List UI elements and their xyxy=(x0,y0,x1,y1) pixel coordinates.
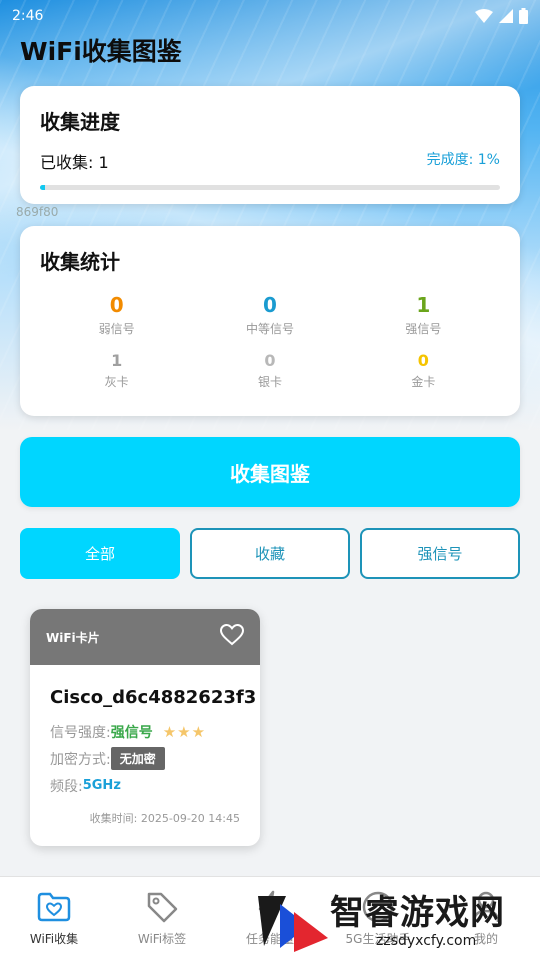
wifi-card[interactable]: WiFi卡片 Cisco_d6c4882623f3 信号强度: 强信号 ★★★ … xyxy=(30,609,260,846)
tag-icon xyxy=(145,890,179,924)
filter-favorites-button[interactable]: 收藏 xyxy=(190,528,350,579)
folder-heart-icon xyxy=(37,890,71,924)
stat-value: 0 xyxy=(417,351,429,370)
status-icons xyxy=(475,8,528,24)
stat-value: 0 xyxy=(264,351,276,370)
globe-icon xyxy=(361,890,395,924)
stat-label: 中等信号 xyxy=(245,322,294,336)
favorite-heart-icon[interactable] xyxy=(219,623,245,650)
stat-label: 强信号 xyxy=(405,322,442,336)
stat-weak-signal: 0 弱信号 xyxy=(40,292,193,337)
progress-card: 收集进度 已收集: 1 完成度: 1% xyxy=(20,86,520,204)
stat-gold-card: 0 金卡 xyxy=(347,351,500,390)
wifi-card-header-title: WiFi卡片 xyxy=(46,630,100,645)
stats-title: 收集统计 xyxy=(40,250,120,274)
wifi-band-row: 频段: 5GHz xyxy=(50,776,260,795)
nav-item-wifi-collect[interactable]: WiFi收集 xyxy=(0,877,108,960)
wifi-strength-row: 信号强度: 强信号 ★★★ xyxy=(50,722,260,741)
nav-label: 我的 xyxy=(473,932,498,946)
stat-label: 灰卡 xyxy=(104,375,129,389)
stat-medium-signal: 0 中等信号 xyxy=(193,292,346,337)
nav-item-5g-assistant[interactable]: 5G生活助手 xyxy=(324,877,432,960)
nav-label: 5G生活助手 xyxy=(345,932,411,946)
collected-count: 已收集: 1 xyxy=(40,153,109,172)
stat-label: 弱信号 xyxy=(98,322,135,336)
band-value: 5GHz xyxy=(82,778,121,793)
person-icon xyxy=(469,890,503,924)
star-rating-icon: ★★★ xyxy=(162,722,207,741)
watermark-code: 869f80 xyxy=(16,205,59,219)
cell-signal-icon xyxy=(499,9,513,23)
wifi-card-header: WiFi卡片 xyxy=(30,609,260,665)
nav-label: 任务能量 xyxy=(245,932,294,946)
nav-item-profile[interactable]: 我的 xyxy=(432,877,540,960)
bottom-nav: WiFi收集 WiFi标签 任务能量 5G生活助手 我的 xyxy=(0,876,540,960)
battery-icon xyxy=(519,8,528,24)
stat-value: 0 xyxy=(263,293,277,317)
stat-label: 金卡 xyxy=(411,375,436,389)
band-label: 频段: xyxy=(50,778,83,795)
stat-value: 0 xyxy=(109,293,124,317)
stat-label: 银卡 xyxy=(257,375,282,389)
lightning-icon xyxy=(253,890,287,924)
stat-value: 1 xyxy=(111,351,123,370)
status-time: 2:46 xyxy=(12,8,44,24)
progress-title: 收集进度 xyxy=(40,110,120,134)
stat-gray-card: 1 灰卡 xyxy=(40,351,193,390)
nav-item-task-energy[interactable]: 任务能量 xyxy=(216,877,324,960)
filter-strong-signal-button[interactable]: 强信号 xyxy=(360,528,520,579)
stat-silver-card: 0 银卡 xyxy=(193,351,346,390)
stats-grid: 0 弱信号 0 中等信号 1 强信号 1 灰卡 0 银卡 0 金卡 xyxy=(40,292,500,390)
stat-value: 1 xyxy=(416,293,431,317)
wifi-signal-icon xyxy=(475,9,493,23)
collect-button[interactable]: 收集图鉴 xyxy=(20,437,520,507)
encryption-badge: 无加密 xyxy=(110,747,165,770)
stat-strong-signal: 1 强信号 xyxy=(347,292,500,337)
progress-info: 已收集: 1 完成度: 1% xyxy=(40,149,500,173)
completion-rate: 完成度: 1% xyxy=(426,152,500,168)
progress-bar xyxy=(40,185,500,190)
collect-time: 收集时间: 2025-09-20 14:45 xyxy=(89,812,240,825)
stats-card: 收集统计 0 弱信号 0 中等信号 1 强信号 1 灰卡 0 银卡 0 金卡 xyxy=(20,226,520,416)
nav-item-wifi-tags[interactable]: WiFi标签 xyxy=(108,877,216,960)
wifi-encryption-row: 加密方式: 无加密 xyxy=(50,747,260,770)
nav-label: WiFi收集 xyxy=(29,932,79,946)
app-title: WiFi收集图鉴 xyxy=(20,37,182,66)
progress-bar-fill xyxy=(40,185,45,190)
filter-all-button[interactable]: 全部 xyxy=(20,528,180,579)
nav-label: WiFi标签 xyxy=(137,932,187,946)
strength-label: 信号强度: xyxy=(50,724,111,741)
encryption-label: 加密方式: xyxy=(50,751,111,768)
wifi-ssid: Cisco_d6c4882623f3 xyxy=(50,687,257,708)
strength-value: 强信号 xyxy=(110,724,153,741)
status-bar: 2:46 xyxy=(0,0,540,32)
